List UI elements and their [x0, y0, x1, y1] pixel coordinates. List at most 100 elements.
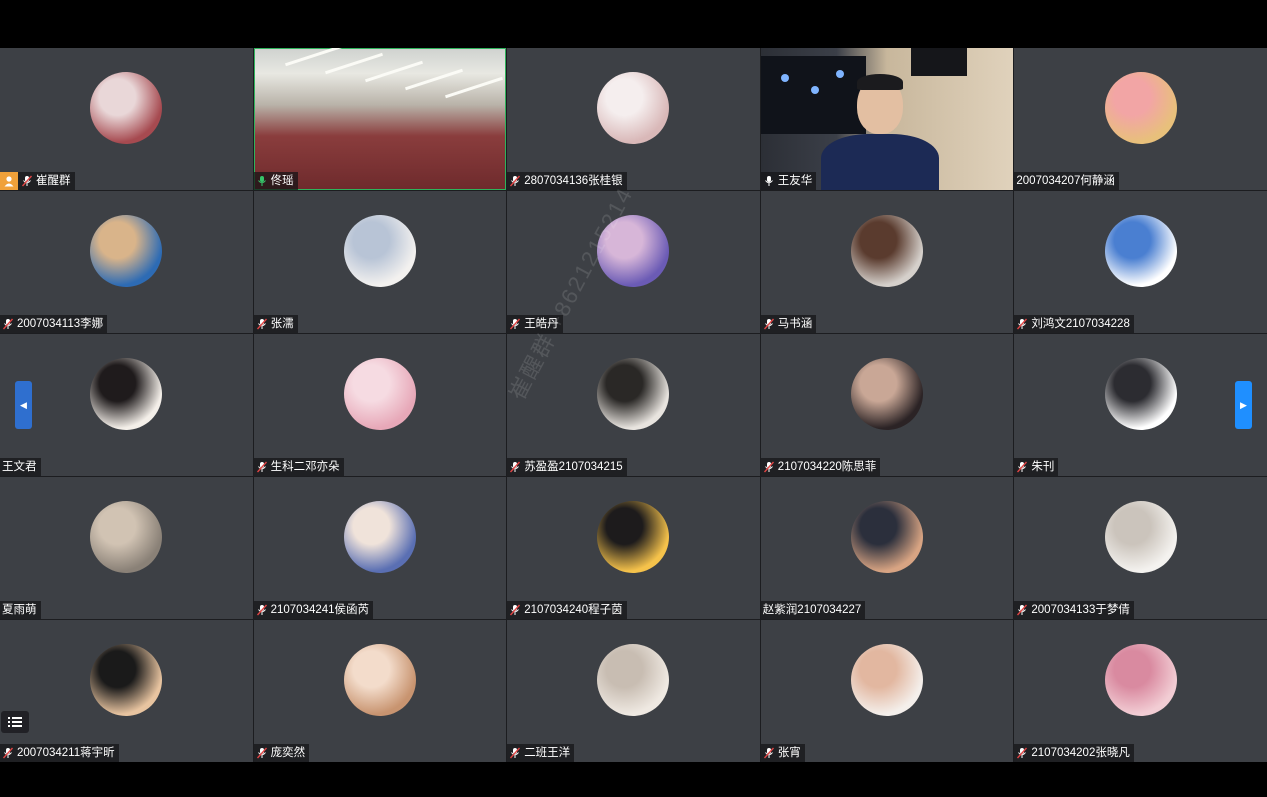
participant-name-label: 张宵: [760, 744, 805, 762]
screen-light: [835, 70, 844, 78]
mic-muted-icon: [509, 747, 521, 759]
wall-screen: [760, 56, 866, 134]
avatar-girl-back: [851, 215, 924, 287]
participant-name-label: 2107034240程子茵: [507, 601, 627, 619]
participant-tile[interactable]: 张宵: [760, 620, 1014, 762]
participant-tile[interactable]: 生科二邓亦朵: [253, 334, 507, 476]
participant-name-label: 2107034220陈思菲: [760, 458, 881, 476]
participant-tile[interactable]: 张濡: [253, 191, 507, 333]
prev-page-button[interactable]: ◀: [15, 381, 32, 429]
participant-name-label: 崔醒群: [0, 172, 75, 190]
participant-list-button[interactable]: [1, 711, 29, 733]
ceiling-light: [324, 52, 383, 75]
participant-tile[interactable]: 2107034220陈思菲: [760, 334, 1014, 476]
ceiling-light: [444, 76, 503, 99]
next-page-button[interactable]: ▶: [1235, 381, 1252, 429]
mic-muted-icon: [256, 461, 268, 473]
participant-name: 2107034220陈思菲: [777, 461, 877, 473]
avatar-white-dog: [597, 358, 670, 430]
participant-name-label: 王友华: [760, 172, 817, 190]
avatar-anime-girl: [343, 215, 416, 287]
participant-name: 张濡: [270, 318, 294, 330]
participant-name: 2007034211蒋宇昕: [17, 747, 115, 759]
avatar-cartoon-girl: [1104, 72, 1177, 144]
participant-tile[interactable]: 夏雨萌: [0, 477, 253, 619]
participant-tile[interactable]: 2007034207何静涵: [1014, 48, 1267, 190]
teacher-body: [820, 134, 939, 190]
mic-muted-icon: [509, 461, 521, 473]
participant-name: 刘鸿文2107034228: [1031, 318, 1130, 330]
wall-speaker: [911, 48, 968, 76]
participant-name-label: 赵紫润2107034227: [760, 601, 866, 619]
participant-tile[interactable]: 2107034241侯函芮: [253, 477, 507, 619]
participant-tile[interactable]: 2007034133于梦倩: [1014, 477, 1267, 619]
host-badge-icon: [0, 172, 18, 190]
avatar-anime-man: [90, 358, 163, 430]
avatar-samoyed: [1104, 501, 1177, 573]
participant-name: 2807034136张桂银: [524, 175, 623, 187]
mic-muted-icon: [21, 175, 33, 187]
avatar-child-bow: [851, 501, 924, 573]
avatar-anime-mask: [343, 501, 416, 573]
participant-tile[interactable]: 2107034202张晓凡: [1014, 620, 1267, 762]
teacher-hair: [856, 74, 903, 90]
avatar-cat-sunglasses: [90, 644, 163, 716]
participant-name: 2107034202张晓凡: [1031, 747, 1130, 759]
avatar-boy-dark: [1104, 358, 1177, 430]
mic-muted-icon: [2, 318, 14, 330]
participant-tile[interactable]: 崔醒群: [0, 48, 253, 190]
participant-name: 2107034240程子茵: [524, 604, 623, 616]
mic-muted-icon: [2, 747, 14, 759]
participant-name-label: 生科二邓亦朵: [253, 458, 344, 476]
avatar-pink-anime: [343, 358, 416, 430]
participant-tile[interactable]: 庞奕然: [253, 620, 507, 762]
participant-name: 赵紫润2107034227: [762, 604, 862, 616]
participant-tile[interactable]: 2107034240程子茵: [507, 477, 760, 619]
participant-tile[interactable]: 刘鸿文2107034228: [1014, 191, 1267, 333]
participant-name-label: 2107034241侯函芮: [253, 601, 374, 619]
participant-name: 朱刊: [1031, 461, 1055, 473]
participant-tile[interactable]: 2807034136张桂银: [507, 48, 760, 190]
mic-muted-icon: [1016, 318, 1028, 330]
participant-name: 张宵: [777, 747, 801, 759]
participant-tile[interactable]: 2007034113李娜: [0, 191, 253, 333]
participant-name-label: 朱刊: [1014, 458, 1059, 476]
participant-name: 王文君: [2, 461, 37, 473]
participant-name: 马书涵: [777, 318, 813, 330]
participant-tile[interactable]: 王友华: [760, 48, 1014, 190]
participant-tile[interactable]: 二班王洋: [507, 620, 760, 762]
mic-muted-icon: [1016, 604, 1028, 616]
participant-tile[interactable]: 赵紫润2107034227: [760, 477, 1014, 619]
participant-name: 2007034133于梦倩: [1031, 604, 1130, 616]
mic-muted-icon: [256, 747, 268, 759]
screen-light: [810, 86, 819, 94]
screen-light: [780, 74, 789, 82]
participant-name: 2107034241侯函芮: [270, 604, 370, 616]
participant-name-label: 2007034207何静涵: [1014, 172, 1119, 190]
mic-muted-icon: [763, 461, 775, 473]
classroom-video-feed: [254, 48, 507, 190]
avatar-cartoon-glasses: [597, 501, 670, 573]
chevron-right-icon: ▶: [1240, 399, 1247, 410]
participant-tile[interactable]: 马书涵: [760, 191, 1014, 333]
participant-name: 崔醒群: [36, 175, 71, 187]
participant-tile[interactable]: 王文君: [0, 334, 253, 476]
teacher-video-feed: [760, 48, 1014, 190]
avatar-child-bob: [343, 644, 416, 716]
avatar-2022: [90, 72, 163, 144]
participant-tile[interactable]: 佟瑶: [253, 48, 507, 190]
participant-tile[interactable]: 王皓丹: [507, 191, 760, 333]
participant-name-label: 刘鸿文2107034228: [1014, 315, 1134, 333]
participant-name-label: 庞奕然: [253, 744, 310, 762]
participant-name: 生科二邓亦朵: [270, 461, 340, 473]
participant-tile[interactable]: 朱刊: [1014, 334, 1267, 476]
avatar-child-hat: [851, 644, 924, 716]
participant-name: 庞奕然: [270, 747, 306, 759]
participant-name-label: 2007034133于梦倩: [1014, 601, 1134, 619]
participant-name-label: 二班王洋: [507, 744, 575, 762]
mic-muted-icon: [763, 747, 775, 759]
participant-name-label: 2107034202张晓凡: [1014, 744, 1134, 762]
participant-name-label: 苏盈盈2107034215: [507, 458, 627, 476]
participant-tile[interactable]: 2007034211蒋宇昕: [0, 620, 253, 762]
participant-tile[interactable]: 苏盈盈2107034215: [507, 334, 760, 476]
